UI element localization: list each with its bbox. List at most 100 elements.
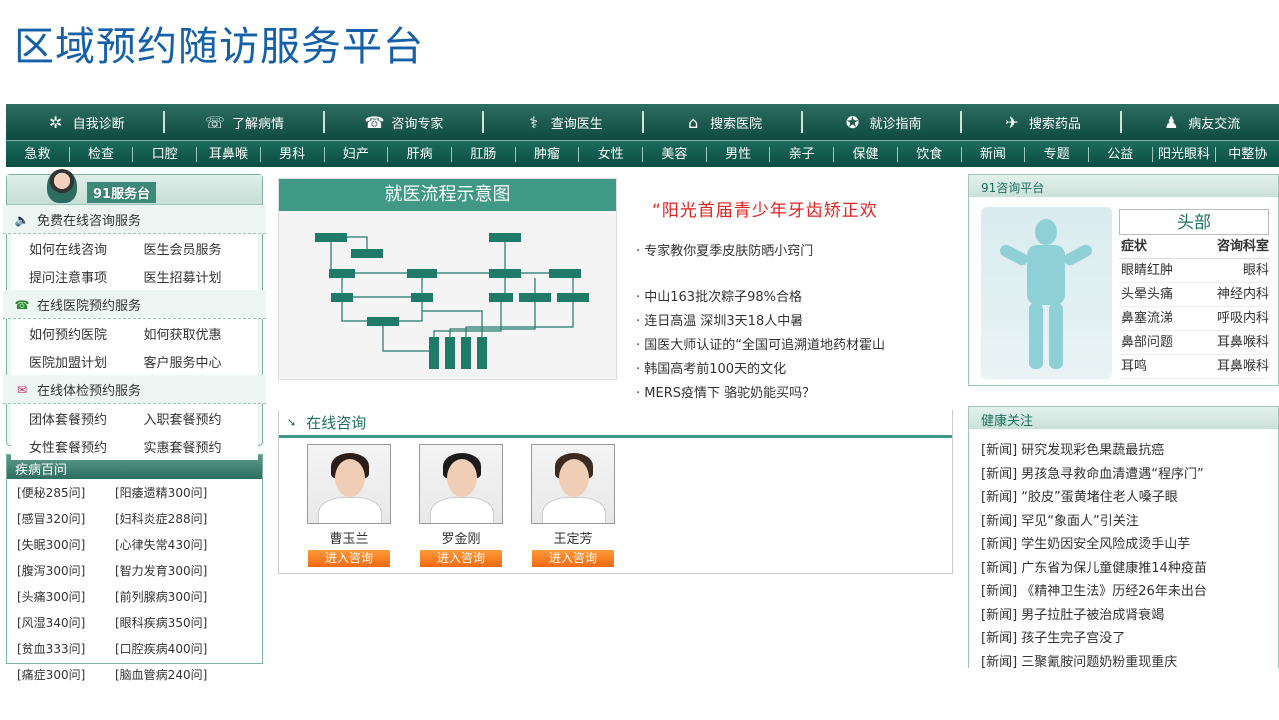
category-nav-item[interactable]: 肝病	[388, 146, 452, 162]
health-news-item[interactable]: [新闻] 研究发现彩色果蔬最抗癌	[981, 439, 1278, 463]
service-link[interactable]: 如何在线咨询	[29, 239, 144, 258]
health-news-item[interactable]: [新闻] 学生奶因安全风险成烫手山芋	[981, 533, 1278, 557]
process-diagram[interactable]: 就医流程示意图	[278, 178, 617, 380]
category-nav-item[interactable]: 美容	[643, 146, 707, 162]
health-news-item[interactable]: [新闻] 男孩急寻救命血清遭遇“程序门”	[981, 463, 1278, 487]
disease-faq-link[interactable]: [头痛300问]	[17, 588, 115, 605]
service-desk-header: 91服务台	[7, 169, 262, 205]
disease-faq-link[interactable]: [脑血管病240问]	[115, 666, 213, 683]
health-news-item[interactable]: [新闻] 三聚氰胺问题奶粉重现重庆	[981, 651, 1278, 675]
disease-faq-link[interactable]: [口腔疾病400问]	[115, 640, 213, 657]
main-nav-item[interactable]: ☏ 了解病情	[165, 111, 325, 133]
news-item-featured[interactable]: · 专家教你夏季皮肤防晒小窍门	[636, 240, 885, 264]
health-news-list: [新闻] 研究发现彩色果蔬最抗癌 [新闻] 男孩急寻救命血清遭遇“程序门” [新闻]…	[969, 429, 1278, 674]
disease-faq-link[interactable]: [阳痿遗精300问]	[115, 484, 213, 501]
disease-faq-row: [便秘285问] [阳痿遗精300问]	[7, 479, 262, 505]
disease-faq-link[interactable]: [感冒320问]	[17, 510, 115, 527]
service-link[interactable]: 团体套餐预约	[29, 409, 144, 428]
disease-faq-link[interactable]: [痛症300问]	[17, 666, 115, 683]
health-news-item[interactable]: [新闻] 罕见“象面人”引关注	[981, 510, 1278, 534]
health-news-item[interactable]: [新闻] 《精神卫生法》历经26年未出台	[981, 580, 1278, 604]
category-nav-item[interactable]: 亲子	[770, 146, 835, 162]
health-news-item[interactable]: [新闻] 孩子生完子宫没了	[981, 627, 1278, 651]
main-nav-label: 自我诊断	[72, 116, 125, 132]
news-item[interactable]: · MERS疫情下 骆驼奶能买吗？	[636, 382, 885, 406]
category-nav-item[interactable]: 保健	[834, 146, 898, 162]
category-nav-item[interactable]: 男性	[707, 146, 771, 162]
main-nav-item[interactable]: ✪ 就诊指南	[803, 111, 963, 133]
enter-consult-button[interactable]: 进入咨询	[532, 550, 614, 567]
disease-faq-row: [头痛300问] [前列腺病300问]	[7, 583, 262, 609]
category-nav-item[interactable]: 耳鼻喉	[197, 146, 261, 162]
disease-faq-link[interactable]: [贫血333问]	[17, 640, 115, 657]
symptom-row[interactable]: 鼻部问题 耳鼻喉科	[1119, 331, 1269, 355]
disease-faq-link[interactable]: [心律失常430问]	[115, 536, 213, 553]
main-nav-label: 了解病情	[232, 116, 285, 132]
category-nav-item[interactable]: 急救	[6, 146, 70, 162]
health-news-item[interactable]: [新闻] 广东省为保儿童健康推14种疫苗	[981, 557, 1278, 581]
category-nav-item[interactable]: 妇产	[325, 146, 389, 162]
category-nav-item[interactable]: 肛肠	[452, 146, 516, 162]
service-link[interactable]: 如何获取优惠	[144, 324, 259, 343]
disease-faq-link[interactable]: [妇科炎症288问]	[115, 510, 213, 527]
health-news-item[interactable]: [新闻] “胶皮”蛋黄堵住老人嗓子眼	[981, 486, 1278, 510]
symptom-row[interactable]: 头晕头痛 神经内科	[1119, 283, 1269, 307]
category-nav: 急救 检查 口腔 耳鼻喉 男科 妇产 肝病 肛肠 肿瘤 女性 美容 男性 亲子 保健 饮食 新闻 专题 公益 阳光眼…	[6, 140, 1279, 167]
category-nav-item[interactable]: 检查	[70, 146, 134, 162]
doctor-photo[interactable]	[307, 444, 391, 524]
disease-faq-link[interactable]: [失眠300问]	[17, 536, 115, 553]
category-nav-item[interactable]: 肿瘤	[516, 146, 580, 162]
news-item[interactable]: · 连日高温 深圳3天18人中暑	[636, 310, 885, 334]
category-nav-item[interactable]: 新闻	[962, 146, 1026, 162]
disease-faq-link[interactable]: [腹泻300问]	[17, 562, 115, 579]
doctor-photo[interactable]	[531, 444, 615, 524]
department-name: 眼科	[1242, 263, 1269, 278]
disease-faq-link[interactable]: [风湿340问]	[17, 614, 115, 631]
category-nav-item[interactable]: 女性	[579, 146, 644, 162]
main-nav-item[interactable]: ⌂ 搜索医院	[644, 111, 803, 133]
disease-faq-link[interactable]: [前列腺病300问]	[115, 588, 213, 605]
disease-faq-link[interactable]: [眼科疾病350问]	[115, 614, 213, 631]
main-nav-item[interactable]: ✈ 搜索药品	[962, 111, 1122, 133]
service-section-title: 🔈 免费在线咨询服务	[3, 205, 266, 234]
category-nav-item[interactable]: 饮食	[898, 146, 962, 162]
service-link[interactable]: 实惠套餐预约	[144, 437, 259, 456]
service-link[interactable]: 女性套餐预约	[29, 437, 144, 456]
service-link[interactable]: 如何预约医院	[29, 324, 144, 343]
health-focus-title: 健康关注	[969, 407, 1278, 429]
headline-link[interactable]: “阳光首届青少年牙齿矫正欢	[652, 196, 878, 221]
health-news-item[interactable]: [新闻] 男子拉肚子被治成肾衰竭	[981, 604, 1278, 628]
main-nav-item[interactable]: ☎ 咨询专家	[325, 111, 485, 133]
category-nav-item[interactable]: 阳光眼科	[1153, 146, 1217, 162]
doctor-photo[interactable]	[419, 444, 503, 524]
main-nav-item[interactable]: ⚕ 查询医生	[484, 111, 644, 133]
enter-consult-button[interactable]: 进入咨询	[420, 550, 502, 567]
service-link[interactable]: 医院加盟计划	[29, 352, 144, 371]
disease-faq-link[interactable]: [便秘285问]	[17, 484, 115, 501]
symptom-row[interactable]: 鼻塞流涕 呼吸内科	[1119, 307, 1269, 331]
category-nav-item[interactable]: 公益	[1089, 146, 1153, 162]
category-nav-item[interactable]: 中整协	[1216, 147, 1279, 162]
disease-faq-link[interactable]: [智力发育300问]	[115, 562, 213, 579]
service-link[interactable]: 医生会员服务	[144, 239, 259, 258]
main-nav-item[interactable]: ♟ 病友交流	[1122, 111, 1279, 133]
enter-consult-button[interactable]: 进入咨询	[308, 550, 390, 567]
news-item[interactable]: · 中山163批次粽子98%合格	[636, 286, 885, 310]
department-column-header: 咨询科室	[1216, 239, 1269, 254]
main-nav-item[interactable]: ✲ 自我诊断	[6, 111, 166, 133]
symptom-row[interactable]: 眼睛红肿 眼科	[1119, 259, 1269, 283]
category-nav-item[interactable]: 专题	[1025, 146, 1089, 162]
symptom-row[interactable]: 耳鸣 耳鼻喉科	[1119, 355, 1269, 379]
service-link-row: 医院加盟计划 客户服务中心	[11, 347, 258, 375]
news-list: · 专家教你夏季皮肤防晒小窍门 · 中山163批次粽子98%合格 · 连日高温 深…	[636, 240, 885, 406]
category-nav-item[interactable]: 男科	[261, 146, 325, 162]
category-nav-item[interactable]: 口腔	[133, 146, 198, 162]
service-link[interactable]: 医生招募计划	[144, 267, 259, 286]
news-item[interactable]: · 韩国高考前100天的文化	[636, 358, 885, 382]
consult-platform: 91咨询平台 头部 症状 咨询科室 眼睛红肿 眼科 头晕头痛 神经内科 鼻塞流涕 呼吸内科…	[968, 174, 1279, 386]
human-body-figure[interactable]	[981, 207, 1112, 379]
service-link[interactable]: 提问注意事项	[29, 267, 144, 286]
service-link[interactable]: 客户服务中心	[144, 352, 259, 371]
service-link[interactable]: 入职套餐预约	[144, 409, 259, 428]
news-item[interactable]: · 国医大师认证的“全国可追溯道地药材霍山	[636, 334, 885, 358]
